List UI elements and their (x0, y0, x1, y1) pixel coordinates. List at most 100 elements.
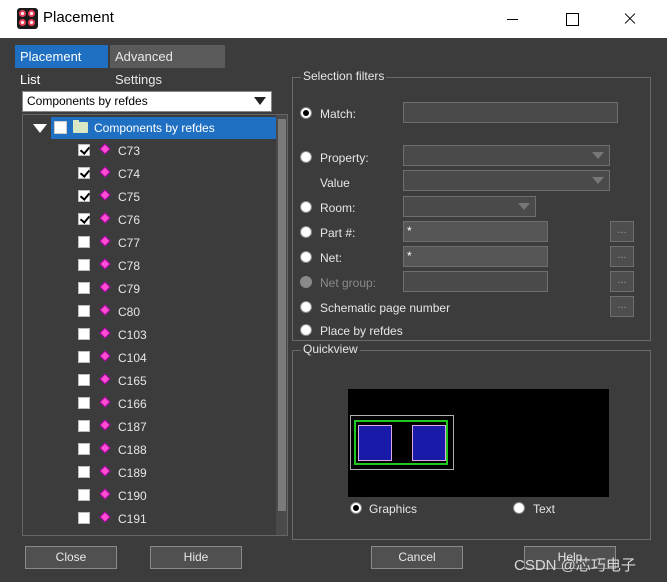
schematic-browse-button[interactable]: ... (610, 296, 634, 317)
item-checkbox[interactable] (78, 443, 90, 455)
collapse-triangle-icon[interactable] (33, 124, 47, 133)
item-checkbox[interactable] (78, 190, 90, 202)
component-icon (99, 212, 111, 224)
tree-item[interactable]: C104 (23, 346, 275, 369)
maximize-button[interactable] (542, 0, 600, 38)
watermark: CSDN @芯巧电子 (514, 557, 636, 574)
net-group-radio (300, 276, 312, 288)
component-icon (99, 442, 111, 454)
tree-item-label: C80 (118, 305, 141, 319)
component-icon (99, 143, 111, 155)
window-title: Placement (43, 9, 114, 26)
item-checkbox[interactable] (78, 144, 90, 156)
place-by-refdes-label: Place by refdes (320, 324, 403, 338)
folder-icon (73, 120, 88, 133)
room-combo[interactable] (403, 196, 536, 217)
component-icon (99, 189, 111, 201)
tree-item-label: C165 (118, 374, 147, 388)
component-icon (99, 327, 111, 339)
tree-item[interactable]: C78 (23, 254, 275, 277)
net-browse-button[interactable]: ... (610, 246, 634, 267)
room-radio[interactable] (300, 201, 312, 213)
tree-item-label: C187 (118, 420, 147, 434)
item-checkbox[interactable] (78, 282, 90, 294)
tree-item[interactable]: C188 (23, 438, 275, 461)
tree-item[interactable]: C191 (23, 507, 275, 530)
net-input[interactable]: * (403, 246, 548, 267)
tree-item[interactable]: C189 (23, 461, 275, 484)
match-radio[interactable] (300, 107, 312, 119)
pad-2 (412, 425, 446, 461)
tree-item[interactable]: C103 (23, 323, 275, 346)
property-label: Property: (320, 151, 369, 165)
tree-item-label: C78 (118, 259, 141, 273)
place-by-refdes-radio[interactable] (300, 324, 312, 336)
item-checkbox[interactable] (78, 351, 90, 363)
chevron-down-icon (518, 203, 530, 210)
tree-root-checkbox[interactable] (54, 121, 67, 134)
component-icon (99, 304, 111, 316)
item-checkbox[interactable] (78, 420, 90, 432)
list-filter-dropdown[interactable]: Components by refdes (22, 91, 272, 112)
tree-item-label: C189 (118, 466, 147, 480)
property-radio[interactable] (300, 151, 312, 163)
value-combo[interactable] (403, 170, 610, 191)
component-icon (99, 419, 111, 431)
component-icon (99, 166, 111, 178)
chevron-down-icon (592, 177, 604, 184)
tree-root-node[interactable]: Components by refdes (23, 117, 276, 139)
tree-item-label: C77 (118, 236, 141, 250)
component-icon (99, 373, 111, 385)
item-checkbox[interactable] (78, 489, 90, 501)
item-checkbox[interactable] (78, 328, 90, 340)
minimize-button[interactable] (484, 0, 542, 38)
item-checkbox[interactable] (78, 236, 90, 248)
part-input[interactable]: * (403, 221, 548, 242)
tree-item-label: C76 (118, 213, 141, 227)
match-input[interactable] (403, 102, 618, 123)
part-radio[interactable] (300, 226, 312, 238)
item-checkbox[interactable] (78, 512, 90, 524)
tree-item[interactable]: C75 (23, 185, 275, 208)
scrollbar-thumb[interactable] (278, 119, 286, 511)
tree-scrollbar[interactable] (276, 115, 287, 535)
component-icon (99, 488, 111, 500)
tree-item[interactable]: C73 (23, 139, 275, 162)
tab-advanced-settings[interactable]: Advanced Settings (110, 45, 225, 87)
tree-item-label: C190 (118, 489, 147, 503)
hide-button[interactable]: Hide (150, 546, 242, 569)
close-window-button[interactable] (600, 0, 658, 38)
item-checkbox[interactable] (78, 259, 90, 271)
tree-item[interactable]: C74 (23, 162, 275, 185)
tree-root-label: Components by refdes (94, 121, 215, 135)
item-checkbox[interactable] (78, 397, 90, 409)
cancel-button[interactable]: Cancel (371, 546, 463, 569)
net-radio[interactable] (300, 251, 312, 263)
tree-item-label: C191 (118, 512, 147, 526)
item-checkbox[interactable] (78, 213, 90, 225)
item-checkbox[interactable] (78, 374, 90, 386)
pad-1 (358, 425, 392, 461)
close-button[interactable]: Close (25, 546, 117, 569)
tree-item[interactable]: C80 (23, 300, 275, 323)
tree-item[interactable]: C187 (23, 415, 275, 438)
tree-item[interactable]: C190 (23, 484, 275, 507)
schematic-page-radio[interactable] (300, 301, 312, 313)
item-checkbox[interactable] (78, 305, 90, 317)
tree-item[interactable]: C79 (23, 277, 275, 300)
tree-item[interactable]: C77 (23, 231, 275, 254)
net-group-browse-button: ... (610, 271, 634, 292)
item-checkbox[interactable] (78, 466, 90, 478)
tree-item[interactable]: C165 (23, 369, 275, 392)
property-combo[interactable] (403, 145, 610, 166)
value-label: Value (320, 176, 350, 190)
part-browse-button[interactable]: ... (610, 221, 634, 242)
component-tree[interactable]: Components by refdes C73 C74 C75 C76 C77 C78 C… (22, 114, 288, 536)
item-checkbox[interactable] (78, 167, 90, 179)
text-radio[interactable] (513, 502, 525, 514)
graphics-radio[interactable] (350, 502, 362, 514)
tab-placement-list[interactable]: Placement List (15, 45, 108, 87)
tree-item[interactable]: C76 (23, 208, 275, 231)
net-group-input (403, 271, 548, 292)
tree-item[interactable]: C166 (23, 392, 275, 415)
